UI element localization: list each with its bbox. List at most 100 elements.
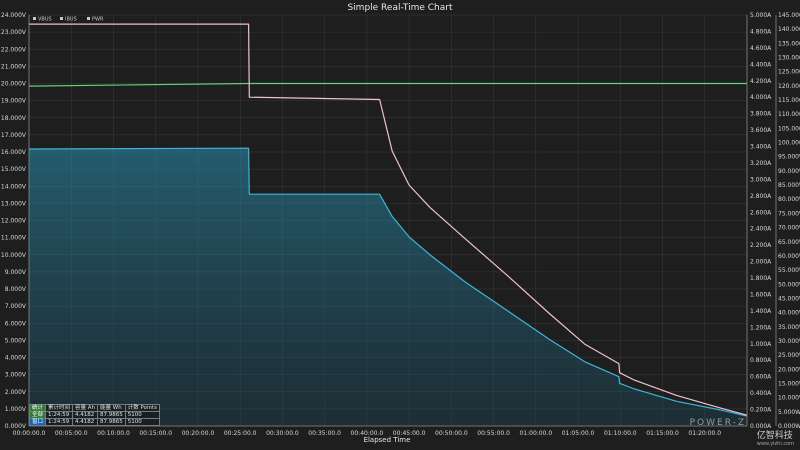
power-tick-label: 120.000W <box>778 83 800 90</box>
current-tick-label: 2.600A <box>750 209 772 216</box>
left-tick-label: 4.000V <box>5 355 27 362</box>
current-tick-label: 4.000A <box>750 94 772 101</box>
realtime-chart: Simple Real-Time Chart 0.000V 1.000V 2.000… <box>1 3 800 444</box>
left-tick-label: 7.000V <box>5 303 27 310</box>
legend-swatch-pwr <box>87 17 90 20</box>
left-tick-label: 2.000V <box>5 389 27 396</box>
stats-cell: 1:24:59 <box>45 418 74 426</box>
left-tick-label: 19.000V <box>1 98 27 105</box>
power-tick-label: 110.000W <box>778 111 800 118</box>
x-tick-label: 01:10:00.0 <box>604 430 637 437</box>
x-tick-label: 01:05:00.0 <box>562 430 595 437</box>
x-tick-label: 00:30:00.0 <box>266 430 299 437</box>
power-tick-label: 60.000W <box>778 253 800 260</box>
power-tick-label: 30.000W <box>778 338 800 345</box>
power-tick-label: 140.000W <box>778 26 800 33</box>
stats-row-total: 全部 1:24:59 4.4182 87.9865 5100 <box>28 411 161 419</box>
power-tick-label: 80.000W <box>778 196 800 203</box>
power-tick-label: 85.000W <box>778 182 800 189</box>
left-tick-label: 22.000V <box>1 46 27 53</box>
power-tick-label: 105.000W <box>778 125 800 132</box>
current-tick-label: 1.200A <box>750 324 772 331</box>
stats-row-window: 窗口 1:24:59 4.4182 87.9865 5100 <box>28 418 161 426</box>
current-tick-label: 2.400A <box>750 226 772 233</box>
left-tick-label: 20.000V <box>1 81 27 88</box>
stats-header-cell: 统计 <box>28 404 47 412</box>
stats-header-cell: 累计时间 <box>45 404 74 412</box>
legend-label-ibus[interactable]: IBUS <box>65 17 77 23</box>
stats-table: 统计 累计时间 容量 Ah 能量 Wh 计数 Points 全部 1:24:59… <box>28 404 161 426</box>
legend-swatch-ibus <box>60 17 63 20</box>
series-layer <box>28 23 748 426</box>
stats-header-cell: 计数 Points <box>124 404 161 412</box>
stats-cell: 1:24:59 <box>45 411 74 419</box>
legend-swatch-vbus <box>33 17 36 20</box>
current-tick-label: 2.000A <box>750 259 772 266</box>
power-tick-label: 20.000W <box>778 366 800 373</box>
stats-header-cell: 容量 Ah <box>72 404 99 412</box>
current-axis-ticks: 0.000A0.200A0.400A0.600A0.800A1.000A1.20… <box>750 12 772 430</box>
power-tick-label: 55.000W <box>778 267 800 274</box>
power-tick-label: 45.000W <box>778 295 800 302</box>
current-tick-label: 3.400A <box>750 144 772 151</box>
left-tick-label: 21.000V <box>1 63 27 70</box>
current-tick-label: 3.800A <box>750 111 772 118</box>
left-axis-ticks: 0.000V 1.000V 2.000V 3.000V 4.000V 5.000V 6.00… <box>1 12 27 430</box>
power-tick-label: 130.000W <box>778 55 800 62</box>
x-tick-label: 00:05:00.0 <box>55 430 88 437</box>
current-tick-label: 3.600A <box>750 127 772 134</box>
power-tick-label: 15.000W <box>778 380 800 387</box>
power-tick-label: 50.000W <box>778 281 800 288</box>
x-axis-label: Elapsed Time <box>364 436 411 444</box>
stats-cell: 5100 <box>124 411 161 419</box>
x-tick-label: 00:15:00.0 <box>139 430 172 437</box>
x-tick-label: 01:00:00.0 <box>519 430 552 437</box>
left-tick-label: 9.000V <box>5 269 27 276</box>
current-tick-label: 2.800A <box>750 193 772 200</box>
left-tick-label: 1.000V <box>5 406 27 413</box>
watermark-main: 亿智科技 <box>756 431 793 441</box>
legend-label-vbus[interactable]: VBUS <box>38 17 52 23</box>
current-tick-label: 4.800A <box>750 28 772 35</box>
current-tick-label: 3.000A <box>750 176 772 183</box>
current-tick-label: 0.400A <box>750 390 772 397</box>
left-tick-label: 14.000V <box>1 183 27 190</box>
power-tick-label: 90.000W <box>778 168 800 175</box>
x-tick-label: 00:20:00.0 <box>182 430 215 437</box>
left-tick-label: 13.000V <box>1 200 27 207</box>
stats-cell: 5100 <box>124 418 161 426</box>
left-tick-label: 10.000V <box>1 252 27 259</box>
power-tick-label: 35.000W <box>778 324 800 331</box>
stats-cell: 87.9865 <box>97 418 126 426</box>
x-tick-label: 00:00:00.0 <box>13 430 46 437</box>
current-tick-label: 4.400A <box>750 61 772 68</box>
current-tick-label: 1.000A <box>750 341 772 348</box>
left-tick-label: 8.000V <box>5 286 27 293</box>
stats-cell: 87.9865 <box>97 411 126 419</box>
current-tick-label: 1.400A <box>750 308 772 315</box>
left-tick-label: 24.000V <box>1 12 27 19</box>
left-tick-label: 5.000V <box>5 337 27 344</box>
left-tick-label: 3.000V <box>5 372 27 379</box>
current-tick-label: 0.800A <box>750 357 772 364</box>
power-tick-label: 5.000W <box>778 409 800 416</box>
power-tick-label: 100.000W <box>778 140 800 147</box>
current-tick-label: 0.200A <box>750 407 772 414</box>
x-tick-label: 01:20:00.0 <box>688 430 721 437</box>
legend[interactable]: VBUS IBUS PWR <box>33 17 104 23</box>
left-tick-label: 11.000V <box>1 235 27 242</box>
stats-cell: 4.4182 <box>72 418 99 426</box>
current-tick-label: 1.600A <box>750 291 772 298</box>
x-tick-label: 00:25:00.0 <box>224 430 257 437</box>
stats-cell: 窗口 <box>28 418 47 426</box>
current-tick-label: 2.200A <box>750 242 772 249</box>
power-tick-label: 125.000W <box>778 69 800 76</box>
power-tick-label: 95.000W <box>778 154 800 161</box>
brand-logo: POWER-Z <box>689 418 746 428</box>
current-tick-label: 4.600A <box>750 45 772 52</box>
series-line-vbus <box>28 82 747 87</box>
left-tick-label: 6.000V <box>5 320 27 327</box>
power-tick-label: 40.000W <box>778 310 800 317</box>
current-tick-label: 1.800A <box>750 275 772 282</box>
legend-label-pwr[interactable]: PWR <box>92 17 104 23</box>
